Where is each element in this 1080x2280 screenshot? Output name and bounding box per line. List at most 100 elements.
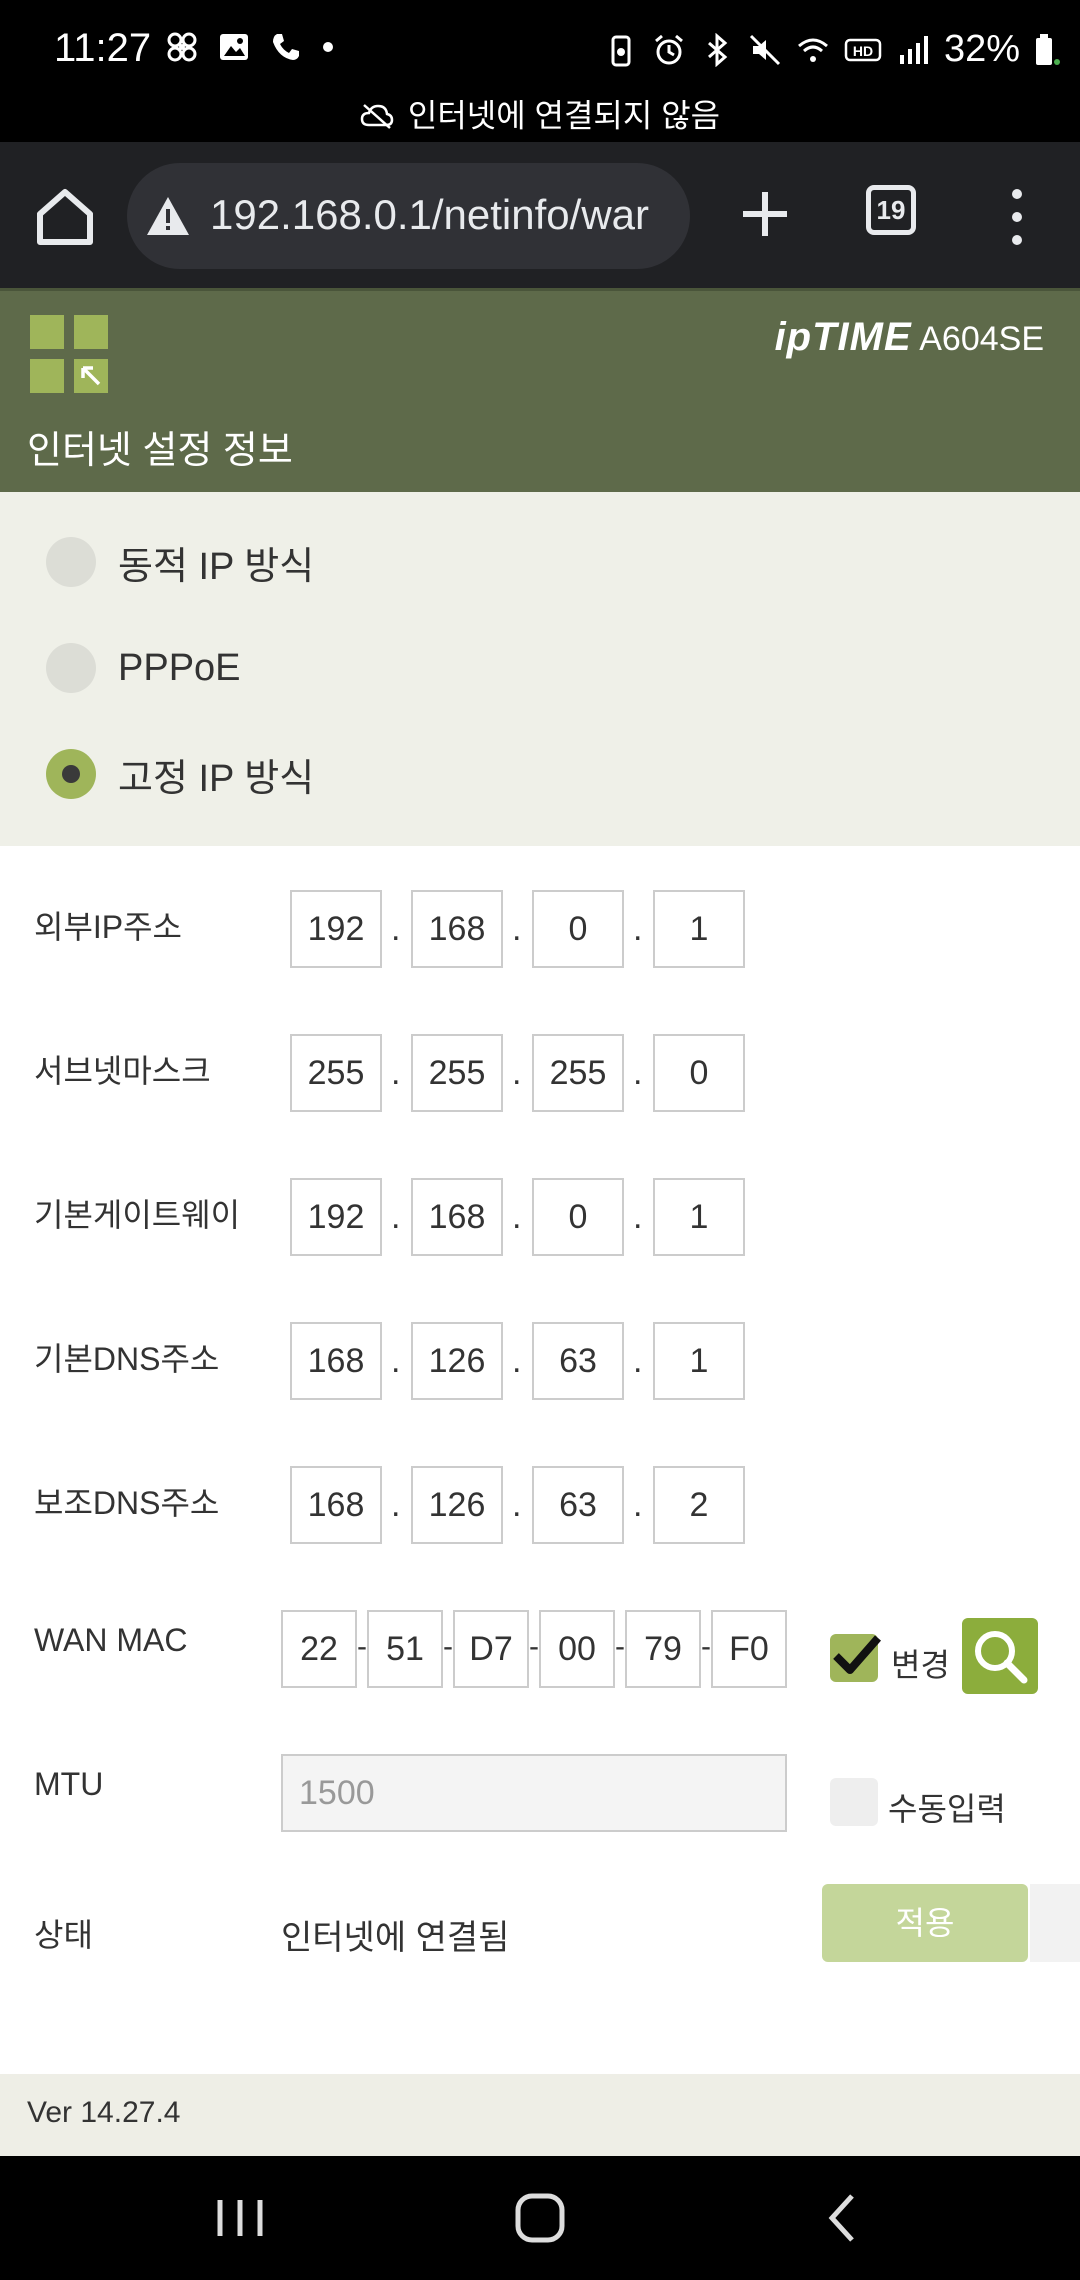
dot-separator: .	[391, 1054, 401, 1092]
clock: 11:27	[54, 26, 152, 70]
home-nav-icon[interactable]	[505, 2186, 575, 2250]
subnet-mask-octet-4[interactable]: 0	[653, 1034, 745, 1112]
dot-separator: .	[512, 1486, 522, 1524]
more-menu-icon[interactable]	[1000, 182, 1034, 252]
image-icon	[220, 34, 248, 60]
brand-name: ipTIME	[774, 315, 912, 359]
wan-mac-part-5[interactable]: 79	[625, 1610, 701, 1688]
dns-secondary-octet-2[interactable]: 126	[411, 1466, 503, 1544]
radio-button[interactable]	[46, 537, 96, 587]
cloud-off-icon	[360, 103, 394, 129]
dot-separator: .	[633, 910, 643, 948]
dns-secondary-octet-4[interactable]: 2	[653, 1466, 745, 1544]
dns-primary-octet-4[interactable]: 1	[653, 1322, 745, 1400]
search-icon	[975, 1631, 1028, 1684]
gateway-octet-1[interactable]: 192	[290, 1178, 382, 1256]
dot-separator: .	[633, 1486, 643, 1524]
hd-icon: HD	[844, 38, 882, 61]
dns-secondary-label: 보조DNS주소	[34, 1485, 220, 1521]
connection-notice: 인터넷에 연결되지 않음	[0, 98, 1080, 142]
router-header: ipTIME A604SE 인터넷 설정 정보	[0, 288, 1080, 492]
mtu-label: MTU	[34, 1766, 104, 1802]
gateway-octet-4[interactable]: 1	[653, 1178, 745, 1256]
external-ip-octet-4[interactable]: 1	[653, 890, 745, 968]
dot-separator: .	[391, 910, 401, 948]
new-tab-icon[interactable]	[735, 184, 795, 244]
dns-secondary-octet-3[interactable]: 63	[532, 1466, 624, 1544]
recent-apps-icon[interactable]	[205, 2186, 275, 2250]
notice-text: 인터넷에 연결되지 않음	[407, 97, 721, 134]
phone-icon	[273, 34, 299, 60]
external-ip-octet-3[interactable]: 0	[532, 890, 624, 968]
radio-static-ip[interactable]: 고정 IP 방식	[46, 744, 314, 804]
mute-icon	[749, 34, 780, 65]
page-title: 인터넷 설정 정보	[27, 430, 293, 472]
brand-logo: ipTIME A604SE	[775, 315, 1044, 360]
dns-primary-octet-1[interactable]: 168	[290, 1322, 382, 1400]
radio-label: PPPoE	[118, 646, 241, 689]
wan-mac-part-3[interactable]: D7	[453, 1610, 529, 1688]
dns-primary-octet-2[interactable]: 126	[411, 1322, 503, 1400]
dot-separator: .	[391, 1198, 401, 1236]
status-label: 상태	[34, 1917, 93, 1953]
checkmark-icon	[833, 1635, 882, 1674]
external-ip-label: 외부IP주소	[34, 909, 182, 945]
gateway-octet-3[interactable]: 0	[532, 1178, 624, 1256]
wan-mac-part-1[interactable]: 22	[281, 1610, 357, 1688]
model-name: A604SE	[919, 320, 1044, 358]
mac-change-checkbox[interactable]	[830, 1634, 882, 1682]
external-ip-octet-1[interactable]: 192	[290, 890, 382, 968]
dot-separator: .	[512, 1342, 522, 1380]
subnet-mask-label: 서브넷마스크	[34, 1053, 211, 1089]
address-bar[interactable]: 192.168.0.1/netinfo/war	[127, 163, 690, 269]
mac-change-label: 변경	[891, 1647, 950, 1683]
url-text[interactable]: 192.168.0.1/netinfo/war	[210, 191, 670, 239]
subnet-mask-octet-2[interactable]: 255	[411, 1034, 503, 1112]
dot-separator: .	[512, 1198, 522, 1236]
apply-button[interactable]: 적용	[822, 1884, 1028, 1962]
radio-pppoe[interactable]: PPPoE	[46, 638, 241, 698]
status-bar: 11:27 HD 32%	[0, 0, 1080, 98]
fan-icon	[167, 32, 197, 62]
bluetooth-icon	[707, 32, 728, 67]
version-text: Ver 14.27.4	[27, 2096, 181, 2129]
subnet-mask-octet-1[interactable]: 255	[290, 1034, 382, 1112]
mtu-input[interactable]: 1500	[281, 1754, 787, 1832]
radio-button-selected[interactable]	[46, 749, 96, 799]
dns-primary-octet-3[interactable]: 63	[532, 1322, 624, 1400]
subnet-mask-octet-3[interactable]: 255	[532, 1034, 624, 1112]
back-icon[interactable]	[808, 2186, 878, 2250]
dash-separator: -	[443, 1630, 453, 1663]
dot-separator: .	[633, 1054, 643, 1092]
radio-button[interactable]	[46, 643, 96, 693]
secondary-button-edge[interactable]	[1030, 1884, 1080, 1962]
gateway-octet-2[interactable]: 168	[411, 1178, 503, 1256]
tab-switcher-button[interactable]: 19	[866, 185, 916, 235]
wifi-icon	[797, 38, 828, 62]
dns-secondary-octet-1[interactable]: 168	[290, 1466, 382, 1544]
battery-icon	[1036, 33, 1060, 65]
status-right-icons: HD 32%	[604, 28, 1060, 71]
connection-status-value: 인터넷에 연결됨	[281, 1919, 510, 1957]
home-icon[interactable]	[30, 182, 100, 252]
dash-separator: -	[615, 1630, 625, 1663]
dash-separator: -	[701, 1630, 711, 1663]
radio-label: 고정 IP 방식	[118, 757, 315, 800]
warning-icon[interactable]	[145, 195, 191, 237]
mtu-manual-label: 수동입력	[888, 1791, 1006, 1827]
wan-mac-part-4[interactable]: 00	[539, 1610, 615, 1688]
dns-primary-label: 기본DNS주소	[34, 1341, 220, 1377]
wan-mac-label: WAN MAC	[34, 1622, 188, 1658]
radio-dynamic-ip[interactable]: 동적 IP 방식	[46, 532, 314, 592]
mac-search-button[interactable]	[962, 1618, 1038, 1694]
dot-separator: .	[633, 1198, 643, 1236]
dot-separator: .	[512, 1054, 522, 1092]
wan-mac-part-2[interactable]: 51	[367, 1610, 443, 1688]
dot-icon	[323, 42, 333, 52]
menu-grid-icon[interactable]	[30, 315, 108, 393]
mtu-manual-checkbox[interactable]	[830, 1778, 878, 1826]
external-ip-octet-2[interactable]: 168	[411, 890, 503, 968]
connection-type-panel: 동적 IP 방식 PPPoE 고정 IP 방식	[0, 492, 1080, 846]
wan-mac-part-6[interactable]: F0	[711, 1610, 787, 1688]
dash-separator: -	[357, 1630, 367, 1663]
